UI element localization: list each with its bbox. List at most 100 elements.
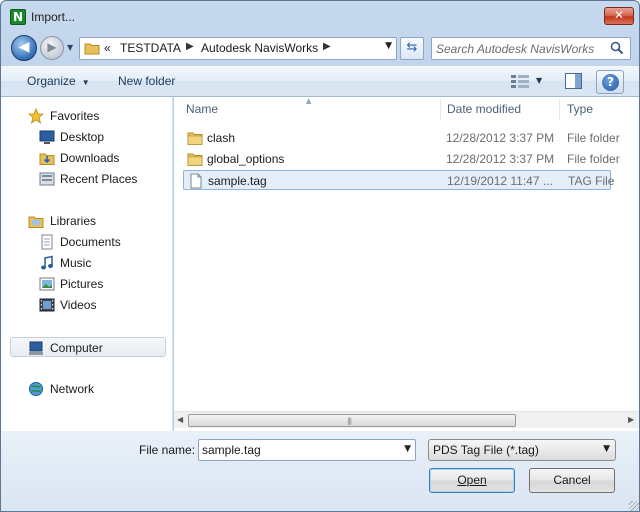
breadcrumb-separator-icon[interactable]: ▶ bbox=[186, 41, 194, 52]
file-type: TAG File bbox=[568, 174, 615, 188]
column-header-name[interactable]: Name bbox=[186, 102, 218, 116]
scroll-left-icon[interactable]: ◀ bbox=[177, 415, 183, 424]
sidebar-item-music[interactable]: Music bbox=[1, 253, 173, 273]
sidebar-item-documents[interactable]: Documents bbox=[1, 232, 173, 252]
breadcrumb-overflow[interactable]: « bbox=[104, 41, 111, 55]
computer-icon bbox=[29, 341, 43, 355]
file-name-combobox[interactable]: ▼ bbox=[198, 439, 416, 461]
file-name-label: File name: bbox=[139, 443, 196, 457]
column-divider[interactable] bbox=[440, 99, 441, 120]
preview-pane-icon[interactable] bbox=[565, 73, 582, 89]
network-icon bbox=[29, 382, 43, 396]
search-icon[interactable] bbox=[610, 41, 624, 55]
open-button[interactable]: Open bbox=[429, 468, 515, 493]
sidebar-item-label: Network bbox=[50, 382, 95, 396]
folder-icon bbox=[187, 132, 203, 145]
change-view-icon[interactable] bbox=[510, 74, 530, 88]
file-row-clash[interactable]: clash 12/28/2012 3:37 PM File folder bbox=[183, 128, 620, 148]
libraries-icon bbox=[28, 216, 44, 228]
file-name: sample.tag bbox=[208, 174, 267, 188]
back-button[interactable]: ◀ bbox=[11, 35, 37, 61]
sidebar-item-desktop[interactable]: Desktop bbox=[1, 127, 173, 147]
file-name: global_options bbox=[207, 152, 285, 166]
file-type-value: PDS Tag File (*.tag) bbox=[433, 443, 539, 457]
sidebar-item-label: Music bbox=[60, 256, 92, 270]
breadcrumb-item-autodesk-navisworks[interactable]: Autodesk NavisWorks bbox=[201, 41, 318, 55]
column-header-type[interactable]: Type bbox=[567, 102, 593, 116]
help-button[interactable]: ? bbox=[596, 70, 624, 94]
sidebar-item-label: Videos bbox=[60, 298, 97, 312]
file-date: 12/28/2012 3:37 PM bbox=[446, 152, 555, 166]
desktop-icon bbox=[39, 130, 55, 144]
open-button-label: Open bbox=[457, 473, 487, 487]
file-type: File folder bbox=[567, 131, 620, 145]
search-input[interactable] bbox=[436, 40, 606, 57]
organize-label: Organize bbox=[27, 74, 76, 88]
sidebar-item-videos[interactable]: Videos bbox=[1, 295, 173, 315]
file-date: 12/28/2012 3:37 PM bbox=[446, 131, 555, 145]
import-dialog: N Import... ✕ ◀ ▶ ▼ « TESTDATA ▶ Autodes… bbox=[0, 0, 640, 512]
navisworks-app-icon: N bbox=[10, 9, 26, 25]
document-icon bbox=[190, 173, 202, 189]
address-bar[interactable]: « TESTDATA ▶ Autodesk NavisWorks ▶ ▼ bbox=[79, 37, 397, 60]
command-toolbar: Organize ▼ New folder ▼ ? bbox=[1, 65, 639, 97]
sidebar-item-recent-places[interactable]: Recent Places bbox=[1, 169, 173, 189]
grip-icon: ||| bbox=[347, 417, 352, 425]
column-header-date-modified[interactable]: Date modified bbox=[447, 102, 521, 116]
sidebar-item-pictures[interactable]: Pictures bbox=[1, 274, 173, 294]
file-type-dropdown-icon: ▼ bbox=[603, 444, 610, 454]
file-list: ▲ Name Date modified Type clash 12/28/20… bbox=[174, 97, 639, 431]
sidebar-item-label: Pictures bbox=[60, 277, 104, 291]
organize-button[interactable]: Organize ▼ bbox=[27, 74, 90, 88]
scroll-right-icon[interactable]: ▶ bbox=[628, 415, 634, 424]
sort-ascending-icon: ▲ bbox=[306, 97, 312, 105]
window-title: Import... bbox=[31, 10, 76, 24]
sidebar-item-libraries[interactable]: Libraries bbox=[1, 211, 173, 231]
title-bar[interactable]: N Import... ✕ bbox=[1, 1, 639, 31]
address-dropdown-icon[interactable]: ▼ bbox=[385, 41, 392, 51]
sidebar-item-label: Desktop bbox=[60, 130, 105, 144]
view-options-chevron-down-icon[interactable]: ▼ bbox=[536, 76, 542, 85]
sidebar-item-network[interactable]: Network bbox=[1, 379, 173, 399]
sidebar-item-downloads[interactable]: Downloads bbox=[1, 148, 173, 168]
file-row-global-options[interactable]: global_options 12/28/2012 3:37 PM File f… bbox=[183, 149, 620, 169]
file-type: File folder bbox=[567, 152, 620, 166]
help-icon: ? bbox=[602, 74, 619, 91]
resize-grip[interactable] bbox=[629, 501, 639, 511]
cancel-button[interactable]: Cancel bbox=[529, 468, 615, 493]
forward-button[interactable]: ▶ bbox=[40, 36, 64, 60]
file-name: clash bbox=[207, 131, 236, 145]
breadcrumb-separator-icon[interactable]: ▶ bbox=[323, 41, 331, 52]
file-date: 12/19/2012 11:47 ... bbox=[447, 174, 553, 188]
pictures-icon bbox=[39, 277, 55, 291]
file-name-input[interactable] bbox=[202, 442, 392, 458]
recent-locations-chevron-down-icon[interactable]: ▼ bbox=[67, 43, 77, 53]
file-name-dropdown-icon[interactable]: ▼ bbox=[404, 444, 411, 454]
refresh-button[interactable]: ⇆ bbox=[400, 37, 424, 60]
star-icon bbox=[28, 108, 44, 124]
search-box[interactable] bbox=[431, 37, 631, 60]
videos-icon bbox=[39, 298, 55, 312]
music-icon bbox=[41, 255, 53, 270]
column-divider[interactable] bbox=[559, 99, 560, 120]
navigation-row: ◀ ▶ ▼ « TESTDATA ▶ Autodesk NavisWorks ▶… bbox=[1, 31, 639, 65]
navigation-pane: Favorites Desktop Downloads Recent Place… bbox=[1, 97, 173, 431]
sidebar-item-favorites[interactable]: Favorites bbox=[1, 106, 173, 126]
close-button[interactable]: ✕ bbox=[604, 7, 634, 25]
documents-icon bbox=[41, 234, 53, 250]
downloads-icon bbox=[39, 153, 55, 165]
new-folder-button[interactable]: New folder bbox=[118, 74, 175, 88]
folder-icon bbox=[187, 153, 203, 166]
column-header-row: ▲ Name Date modified Type bbox=[174, 97, 639, 122]
recent-places-icon bbox=[39, 172, 55, 186]
breadcrumb-item-testdata[interactable]: TESTDATA bbox=[120, 41, 181, 55]
file-type-select[interactable]: PDS Tag File (*.tag) ▼ bbox=[428, 439, 616, 461]
horizontal-scrollbar[interactable]: ◀ ||| ▶ bbox=[174, 411, 639, 428]
sidebar-item-label: Favorites bbox=[50, 109, 100, 123]
sidebar-item-label: Libraries bbox=[50, 214, 97, 228]
sidebar-item-label: Downloads bbox=[60, 151, 120, 165]
scrollbar-thumb[interactable]: ||| bbox=[188, 414, 516, 427]
file-row-sample-tag[interactable]: sample.tag 12/19/2012 11:47 ... TAG File bbox=[183, 170, 615, 190]
sidebar-item-label: Recent Places bbox=[60, 172, 138, 186]
sidebar-item-computer[interactable]: Computer bbox=[10, 337, 166, 357]
